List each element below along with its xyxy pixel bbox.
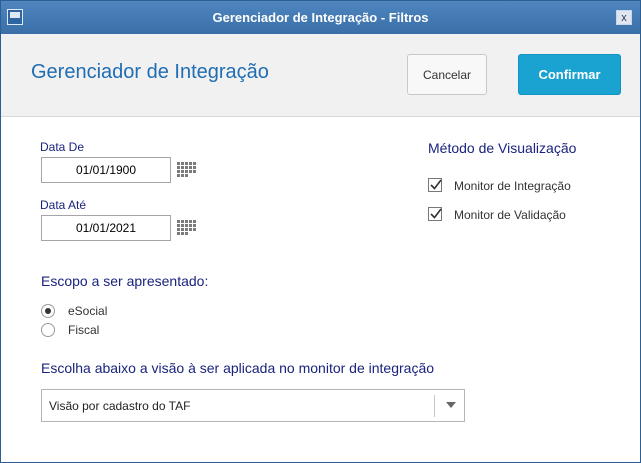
dialog-window: Gerenciador de Integração - Filtros x Ge… [0, 0, 641, 463]
select-value: Visão por cadastro do TAF [49, 399, 191, 413]
page-title: Gerenciador de Integração [31, 61, 269, 83]
date-from-label: Data De [40, 140, 85, 154]
radio-button[interactable] [41, 323, 55, 337]
title-bar: Gerenciador de Integração - Filtros x [1, 1, 640, 34]
dialog-header: Gerenciador de Integração Cancelar Confi… [1, 34, 640, 117]
view-select-dropdown[interactable]: Visão por cadastro do TAF [41, 389, 465, 422]
checkmark-icon [430, 208, 442, 219]
view-method-title: Método de Visualização [428, 140, 577, 156]
cancel-button[interactable]: Cancelar [407, 54, 487, 95]
radio-button[interactable] [41, 304, 55, 318]
window-title: Gerenciador de Integração - Filtros [212, 10, 429, 25]
checkbox[interactable] [428, 207, 442, 221]
checkmark-icon [430, 179, 442, 190]
view-select-title: Escolha abaixo a visão à ser aplicada no… [41, 360, 435, 376]
checkbox-label: Monitor de Integração [454, 179, 571, 193]
radio-label: Fiscal [68, 323, 100, 337]
calendar-icon[interactable] [177, 162, 197, 178]
close-button[interactable]: x [616, 10, 632, 25]
date-to-label: Data Até [40, 198, 87, 212]
scope-title: Escopo a ser apresentado: [41, 273, 209, 289]
calendar-icon[interactable] [177, 220, 197, 236]
confirm-button[interactable]: Confirmar [518, 54, 621, 95]
radio-label: eSocial [68, 304, 108, 318]
date-from-input[interactable]: 01/01/1900 [41, 157, 171, 183]
date-to-input[interactable]: 01/01/2021 [41, 215, 171, 241]
chevron-down-icon[interactable] [446, 402, 456, 408]
checkbox-label: Monitor de Validação [454, 208, 566, 222]
select-divider [434, 395, 435, 417]
checkbox[interactable] [428, 178, 442, 192]
